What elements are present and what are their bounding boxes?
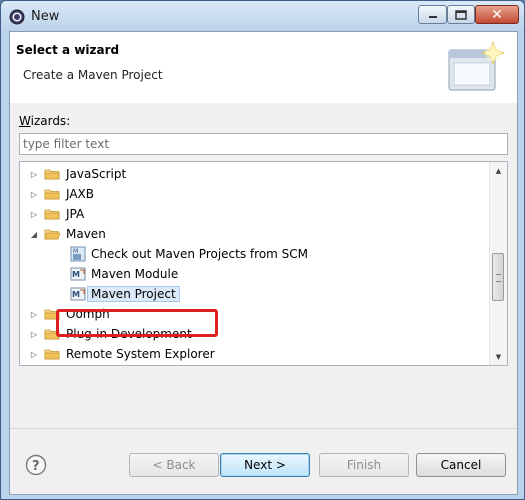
tree-item-label: Oomph <box>66 307 110 321</box>
svg-text:?: ? <box>32 459 40 474</box>
folder-icon <box>44 329 60 340</box>
folder-icon <box>44 189 60 200</box>
tree-item-label: JavaScript <box>66 167 127 181</box>
dialog-body: Select a wizard Create a Maven Project W… <box>9 31 518 495</box>
tree-item-maven-module[interactable]: M Maven Module <box>70 264 507 284</box>
wizard-banner-icon <box>448 40 506 91</box>
folder-open-icon <box>44 229 60 240</box>
finish-button[interactable]: Finish <box>319 453 409 477</box>
tree-item-label: JPA <box>66 207 85 221</box>
tree-item-label: JAXB <box>66 187 94 201</box>
window-title: New <box>31 9 60 24</box>
maven-scm-icon: M <box>70 246 86 262</box>
folder-icon <box>44 309 60 320</box>
tree-item-label: Check out Maven Projects from SCM <box>91 247 309 261</box>
tree-item-label: Remote System Explorer <box>66 347 215 361</box>
tree-item-label: Maven Project <box>87 286 180 302</box>
tree-item-javascript[interactable]: ▷ JavaScript <box>28 164 498 184</box>
tree-item-plugin-development[interactable]: ▷ Plug-in Development <box>28 324 498 344</box>
expand-arrow-icon[interactable]: ▷ <box>28 168 40 180</box>
tree-item-label: Maven <box>66 227 106 241</box>
expand-arrow-icon[interactable]: ▷ <box>28 188 40 200</box>
new-wizard-dialog: New ✕ Select a wizard Create a Maven Pro… <box>0 0 525 500</box>
expand-arrow-icon[interactable]: ▷ <box>28 328 40 340</box>
tree-item-label: Maven Module <box>91 267 179 281</box>
maximize-icon <box>455 9 467 20</box>
scroll-up-icon[interactable]: ▲ <box>490 162 507 179</box>
tree-item-maven[interactable]: ◢ Maven <box>28 224 498 244</box>
banner-title: Select a wizard <box>16 43 120 57</box>
tree-item-maven-project[interactable]: M Maven Project <box>70 284 507 304</box>
folder-icon <box>44 349 60 360</box>
maven-icon: M <box>70 287 86 301</box>
vertical-scrollbar[interactable]: ▲ ▼ <box>489 162 507 365</box>
close-icon: ✕ <box>491 6 503 23</box>
tree-item-remote-system-explorer[interactable]: ▷ Remote System Explorer <box>28 344 498 364</box>
scroll-thumb[interactable] <box>492 253 504 301</box>
banner-description: Create a Maven Project <box>23 68 163 82</box>
back-button[interactable]: < Back <box>129 453 219 477</box>
svg-text:M: M <box>72 270 80 279</box>
minimize-icon <box>428 15 437 18</box>
footer-separator <box>10 428 517 429</box>
scroll-down-icon[interactable]: ▼ <box>490 348 507 365</box>
tree-item-oomph[interactable]: ▷ Oomph <box>28 304 498 324</box>
minimize-button[interactable] <box>418 5 447 24</box>
folder-icon <box>44 209 60 220</box>
svg-text:M: M <box>73 248 78 255</box>
maven-icon: M <box>70 267 86 281</box>
tree-item-jpa[interactable]: ▷ JPA <box>28 204 498 224</box>
svg-text:M: M <box>72 290 80 299</box>
eclipse-icon <box>9 9 25 25</box>
cancel-button[interactable]: Cancel <box>416 453 506 477</box>
expand-arrow-icon[interactable]: ▷ <box>28 308 40 320</box>
expand-arrow-icon[interactable]: ▷ <box>28 208 40 220</box>
help-icon[interactable]: ? <box>25 454 47 476</box>
expand-arrow-icon[interactable]: ▷ <box>28 348 40 360</box>
tree-item-checkout-maven-scm[interactable]: M Check out Maven Projects from SCM <box>70 244 507 264</box>
close-button[interactable]: ✕ <box>475 5 519 24</box>
next-button[interactable]: Next > <box>220 453 310 477</box>
wizards-label: Wizards: <box>19 114 71 128</box>
tree-item-label: Plug-in Development <box>66 327 192 341</box>
filter-input[interactable] <box>19 133 508 155</box>
wizard-banner: Select a wizard Create a Maven Project <box>10 32 517 103</box>
banner-separator <box>10 102 517 103</box>
folder-icon <box>44 169 60 180</box>
wizard-tree[interactable]: ▷ JavaScript ▷ JAXB ▷ JPA ◢ Maven M Chec… <box>19 161 508 366</box>
title-bar[interactable]: New ✕ <box>1 1 524 31</box>
tree-item-jaxb[interactable]: ▷ JAXB <box>28 184 498 204</box>
collapse-arrow-icon[interactable]: ◢ <box>28 228 40 240</box>
maximize-button[interactable] <box>447 5 475 24</box>
